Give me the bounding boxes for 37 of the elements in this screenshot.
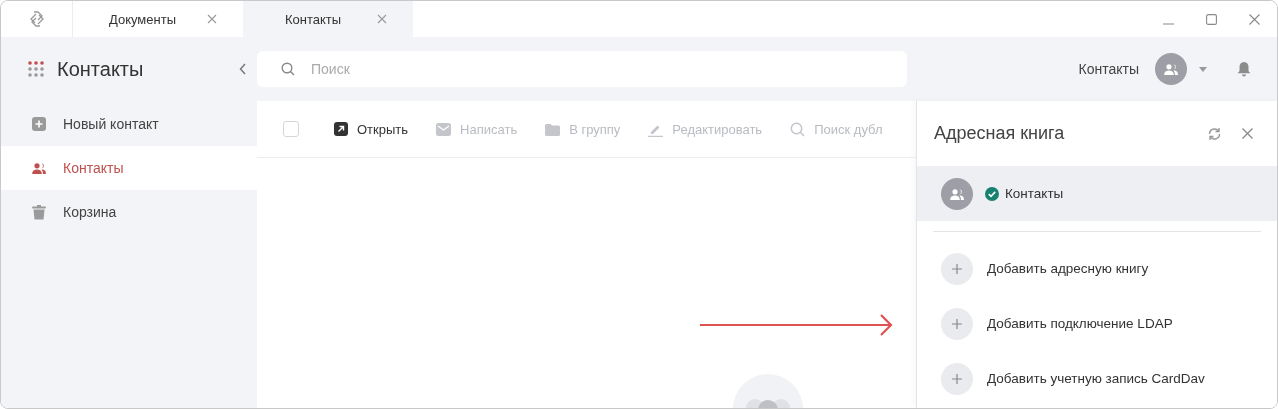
app-grid-icon[interactable] bbox=[28, 61, 44, 77]
add-action-item[interactable]: Добавить учетную запись CardDav bbox=[917, 351, 1277, 406]
avatar-icon[interactable] bbox=[1155, 53, 1187, 85]
panel-title: Адресная книга bbox=[934, 123, 1066, 144]
add-icon bbox=[32, 117, 46, 131]
sidebar-item[interactable]: Контакты bbox=[1, 146, 257, 190]
trash-icon bbox=[32, 204, 46, 220]
plus-icon bbox=[941, 252, 973, 285]
sidebar-item[interactable]: Корзина bbox=[1, 190, 257, 234]
add-action-item[interactable]: Добавить подключение LDAP bbox=[917, 296, 1277, 351]
folder-icon bbox=[545, 122, 561, 136]
close-icon[interactable] bbox=[1249, 13, 1260, 25]
people-icon bbox=[31, 160, 47, 176]
collapse-icon[interactable] bbox=[239, 63, 247, 75]
plus-icon bbox=[941, 362, 973, 395]
close-icon[interactable] bbox=[1242, 128, 1253, 139]
sidebar-item[interactable]: Новый контакт bbox=[1, 102, 257, 146]
avatar-icon bbox=[941, 177, 973, 210]
plus-icon bbox=[941, 307, 973, 340]
add-action-item[interactable]: Добавить адресную книгу bbox=[917, 241, 1277, 296]
tab[interactable]: Документы bbox=[73, 1, 243, 37]
close-icon[interactable] bbox=[377, 14, 387, 24]
open-icon bbox=[334, 122, 348, 136]
app-title: Контакты bbox=[57, 57, 145, 81]
caret-icon[interactable] bbox=[1199, 66, 1207, 72]
bell-icon[interactable] bbox=[1237, 61, 1251, 77]
envelope-icon bbox=[436, 122, 452, 136]
search-field[interactable]: Поиск bbox=[257, 51, 907, 87]
close-icon[interactable] bbox=[207, 14, 217, 24]
maximize-icon[interactable] bbox=[1206, 13, 1217, 25]
tab[interactable]: Контакты bbox=[243, 1, 413, 37]
toolbar-button[interactable]: Открыть bbox=[334, 121, 409, 137]
address-book-item[interactable]: Контакты bbox=[917, 166, 1277, 221]
refresh-icon[interactable] bbox=[1207, 126, 1222, 141]
checkbox[interactable] bbox=[283, 121, 299, 137]
account-label: Контакты bbox=[1078, 61, 1139, 77]
search-icon bbox=[790, 121, 806, 137]
